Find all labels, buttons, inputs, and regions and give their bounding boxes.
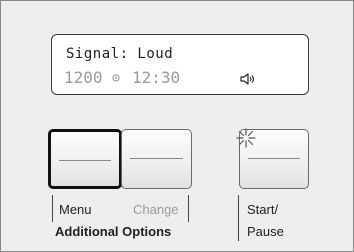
temperature-readout: 1200 bbox=[64, 68, 103, 87]
pause-label: Pause bbox=[247, 224, 284, 239]
button-groove bbox=[59, 160, 111, 161]
control-panel: Signal: Loud 1200 12:30 Menu Change Addi… bbox=[0, 0, 354, 252]
lcd-display: Signal: Loud 1200 12:30 bbox=[51, 34, 309, 95]
sparkle-icon bbox=[236, 128, 256, 148]
degree-circle-icon bbox=[112, 74, 120, 82]
button-groove bbox=[130, 158, 183, 159]
button-groove bbox=[248, 158, 300, 159]
signal-setting-text: Signal: Loud bbox=[66, 46, 174, 62]
change-button[interactable] bbox=[121, 129, 192, 189]
menu-button[interactable] bbox=[48, 129, 122, 189]
speaker-icon bbox=[240, 73, 255, 85]
start-label: Start/ bbox=[247, 202, 279, 217]
label-divider bbox=[188, 195, 189, 222]
time-readout: 12:30 bbox=[132, 68, 181, 87]
change-label: Change bbox=[133, 202, 179, 217]
label-divider bbox=[238, 195, 239, 241]
additional-options-label: Additional Options bbox=[55, 224, 172, 239]
label-divider bbox=[52, 195, 53, 222]
menu-label: Menu bbox=[59, 202, 92, 217]
